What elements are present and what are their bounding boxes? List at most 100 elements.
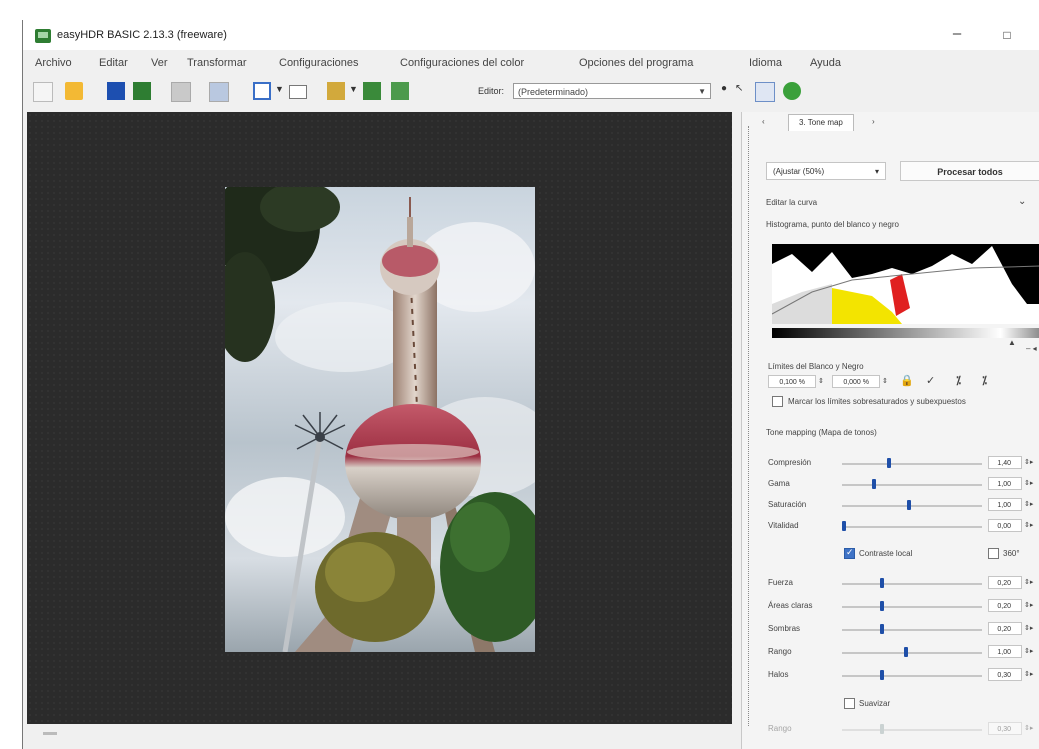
eyedropper-white-icon[interactable]: ⁒	[982, 374, 987, 387]
slider-thumb[interactable]	[842, 521, 846, 531]
tab-next-arrow[interactable]: ›	[872, 117, 875, 126]
slider-value-input[interactable]: 0,20	[988, 576, 1022, 589]
slider-value-input[interactable]: 0,20	[988, 599, 1022, 612]
expand-icon[interactable]: ⌄	[1018, 196, 1026, 207]
slider-spinner[interactable]: ⇕▸	[1024, 500, 1033, 508]
panel-splitter[interactable]	[748, 126, 752, 726]
slider-label: Vitalidad	[768, 521, 799, 530]
slider-spinner[interactable]: ⇕▸	[1024, 601, 1033, 609]
tab-tone-map[interactable]: 3. Tone map	[788, 114, 854, 131]
batch-save-icon[interactable]	[363, 82, 381, 100]
slider-thumb[interactable]	[887, 458, 891, 468]
eyedropper-black-icon[interactable]: ⁒	[956, 374, 961, 387]
local-contrast-label: Contraste local	[859, 549, 913, 558]
slider-thumb[interactable]	[907, 500, 911, 510]
slider-spinner[interactable]: ⇕▸	[1024, 479, 1033, 487]
black-limit-input[interactable]: 0,100 %	[768, 375, 816, 388]
slider-value: 1,00	[997, 481, 1011, 488]
white-limit-input[interactable]: 0,000 %	[832, 375, 880, 388]
slider-spinner[interactable]: ⇕▸	[1024, 624, 1033, 632]
editor-select[interactable]: (Predeterminado) ▼	[513, 83, 711, 99]
local-contrast-checkbox[interactable]	[844, 547, 855, 559]
histo-nav-icon[interactable]: – ◂	[1026, 344, 1037, 353]
slider-thumb[interactable]	[880, 624, 884, 634]
image-canvas[interactable]	[27, 112, 732, 724]
slider-value-input[interactable]: 0,20	[988, 622, 1022, 635]
slider-track[interactable]	[842, 629, 982, 631]
menu-ayuda[interactable]: Ayuda	[810, 57, 841, 69]
slider-value-input[interactable]: 0,30	[988, 668, 1022, 681]
menu-editar[interactable]: Editar	[99, 57, 128, 69]
lock-icon[interactable]: 🔒	[900, 374, 914, 387]
menu-archivo[interactable]: Archivo	[35, 57, 72, 69]
smooth-checkbox[interactable]	[844, 698, 855, 709]
slider-spinner[interactable]: ⇕▸	[1024, 521, 1033, 529]
slider-value-input[interactable]: 1,00	[988, 477, 1022, 490]
wand-dropdown-icon[interactable]: ▼	[349, 84, 358, 94]
slider-track[interactable]	[842, 526, 982, 528]
slider-track[interactable]	[842, 505, 982, 507]
slider-spinner[interactable]: ⇕▸	[1024, 647, 1033, 655]
white-point-marker[interactable]: ▲	[1008, 338, 1016, 347]
slider-value-input[interactable]: 1,00	[988, 645, 1022, 658]
crop-dropdown-icon[interactable]: ▼	[275, 84, 284, 94]
print-icon[interactable]	[171, 82, 191, 102]
grid-view-icon[interactable]	[755, 82, 775, 102]
apply-check-icon[interactable]: ✓	[926, 374, 935, 387]
slider-thumb[interactable]	[880, 578, 884, 588]
slider-thumb[interactable]	[880, 670, 884, 680]
copy-icon[interactable]	[209, 82, 229, 102]
process-all-button[interactable]: Procesar todos	[900, 161, 1039, 181]
maximize-button[interactable]: □	[993, 28, 1021, 42]
slider-track[interactable]	[842, 606, 982, 608]
editor-tool-icon[interactable]: ↖	[735, 83, 743, 94]
menu-idioma[interactable]: Idioma	[749, 57, 782, 69]
slider-track[interactable]	[842, 729, 982, 731]
slider-value: 0,20	[997, 626, 1011, 633]
slider-spinner[interactable]: ⇕▸	[1024, 670, 1033, 678]
minimize-button[interactable]: –	[943, 25, 971, 42]
deg-checkbox[interactable]	[988, 548, 999, 559]
slider-value-input[interactable]: 1,40	[988, 456, 1022, 469]
magic-wand-icon[interactable]	[327, 82, 345, 100]
open-folder-icon[interactable]	[65, 82, 83, 100]
save-icon[interactable]	[107, 82, 125, 100]
new-file-icon[interactable]	[33, 82, 53, 102]
slider-value-input[interactable]: 1,00	[988, 498, 1022, 511]
slider-thumb[interactable]	[880, 724, 884, 734]
slider-track[interactable]	[842, 675, 982, 677]
slider-value-input[interactable]: 0,00	[988, 519, 1022, 532]
slider-track[interactable]	[842, 583, 982, 585]
histogram-graph	[772, 246, 1039, 324]
black-limit-spinner[interactable]: ⇕	[818, 377, 824, 385]
frame-icon[interactable]	[289, 85, 307, 99]
slider-track[interactable]	[842, 484, 982, 486]
menu-configuraciones-color[interactable]: Configuraciones del color	[400, 57, 524, 69]
tab-prev-arrow[interactable]: ‹	[762, 117, 765, 126]
zoom-select[interactable]: (Ajustar (50%) ▾	[766, 162, 886, 180]
slider-thumb[interactable]	[904, 647, 908, 657]
slider-thumb[interactable]	[872, 479, 876, 489]
menu-opciones-programa[interactable]: Opciones del programa	[579, 57, 693, 69]
slider-spinner[interactable]: ⇕▸	[1024, 458, 1033, 466]
slider-track[interactable]	[842, 652, 982, 654]
slider-spinner[interactable]: ⇕▸	[1024, 724, 1033, 732]
mark-limits-checkbox[interactable]	[772, 396, 783, 407]
crop-frame-icon[interactable]	[253, 82, 271, 100]
white-black-gradient[interactable]	[772, 328, 1039, 338]
slider-track[interactable]	[842, 463, 982, 465]
slider-label: Saturación	[768, 500, 807, 509]
hdr-photo[interactable]	[225, 187, 535, 652]
menu-configuraciones[interactable]: Configuraciones	[279, 57, 359, 69]
menu-ver[interactable]: Ver	[151, 57, 168, 69]
slider-value-input[interactable]: 0,30	[988, 722, 1022, 735]
align-icon[interactable]	[391, 82, 409, 100]
save-as-icon[interactable]	[133, 82, 151, 100]
slider-spinner[interactable]: ⇕▸	[1024, 578, 1033, 586]
histogram-chart[interactable]	[772, 244, 1039, 324]
menu-transformar[interactable]: Transformar	[187, 57, 247, 69]
refresh-icon[interactable]	[783, 82, 801, 100]
white-limit-spinner[interactable]: ⇕	[882, 377, 888, 385]
editor-prev-icon[interactable]: ●	[721, 83, 727, 94]
slider-thumb[interactable]	[880, 601, 884, 611]
